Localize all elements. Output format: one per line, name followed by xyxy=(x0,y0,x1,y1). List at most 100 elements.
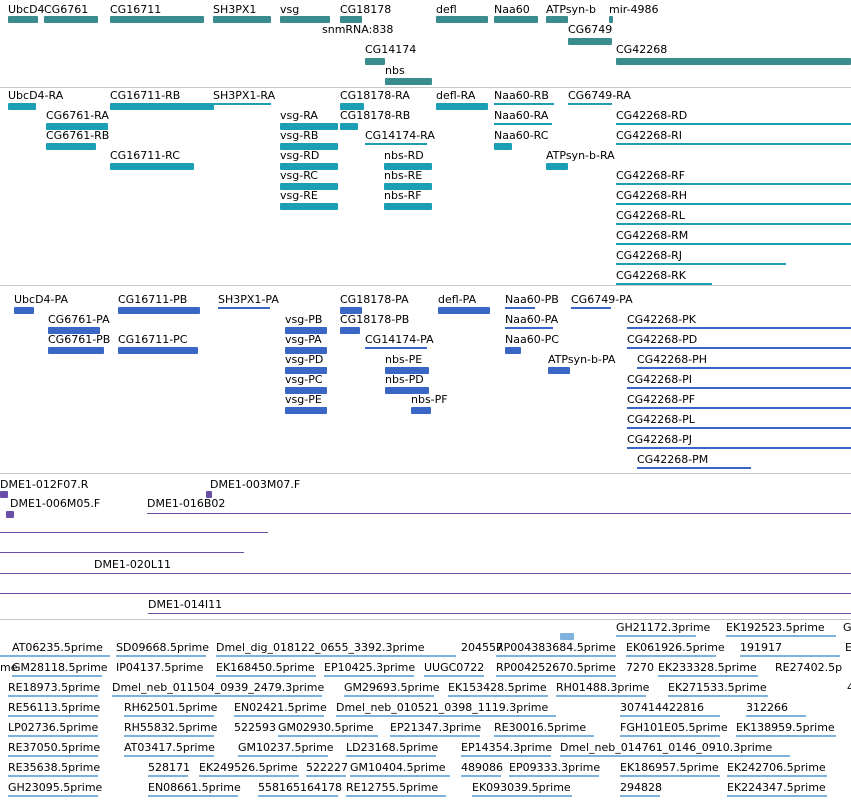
feature-glyph[interactable] xyxy=(627,347,851,349)
feature-glyph[interactable] xyxy=(609,16,613,23)
feature-glyph[interactable] xyxy=(280,16,330,23)
feature-glyph[interactable] xyxy=(494,143,512,150)
feature-glyph[interactable] xyxy=(740,655,840,657)
feature-label[interactable]: defl-RA xyxy=(436,89,475,102)
feature-glyph[interactable] xyxy=(637,367,851,369)
feature-label[interactable]: CG18178-PB xyxy=(340,313,409,326)
feature-label[interactable]: 522227 xyxy=(306,761,348,774)
feature-glyph[interactable] xyxy=(620,775,720,777)
feature-label[interactable]: vsg-RB xyxy=(280,129,318,142)
feature-glyph[interactable] xyxy=(448,695,548,697)
feature-label[interactable]: vsg xyxy=(280,3,299,16)
feature-glyph[interactable] xyxy=(546,16,568,23)
feature-glyph[interactable] xyxy=(116,655,206,657)
feature-label[interactable]: DME1-020L11 xyxy=(94,558,171,571)
feature-label[interactable]: DME1-003M07.F xyxy=(210,478,300,491)
feature-glyph[interactable] xyxy=(8,16,38,23)
feature-glyph[interactable] xyxy=(626,655,716,657)
feature-label[interactable]: 489086 xyxy=(461,761,503,774)
feature-glyph[interactable] xyxy=(616,223,851,225)
feature-glyph[interactable] xyxy=(238,755,328,757)
feature-glyph[interactable] xyxy=(0,655,110,657)
feature-glyph[interactable] xyxy=(199,775,299,777)
feature-glyph[interactable] xyxy=(505,327,553,329)
feature-glyph[interactable] xyxy=(746,715,806,717)
feature-label[interactable]: EP10425.3prime xyxy=(324,661,415,674)
feature-label[interactable]: nbs-PD xyxy=(385,373,424,386)
feature-glyph[interactable] xyxy=(340,327,360,334)
feature-label[interactable]: EK271533.5prime xyxy=(668,681,767,694)
feature-label[interactable]: Naa60-RC xyxy=(494,129,548,142)
feature-glyph[interactable] xyxy=(218,307,270,309)
feature-glyph[interactable] xyxy=(494,735,594,737)
feature-label[interactable]: CG6749-PA xyxy=(571,293,633,306)
feature-glyph[interactable] xyxy=(46,143,96,150)
feature-label[interactable]: CG14174-PA xyxy=(365,333,434,346)
feature-glyph[interactable] xyxy=(346,795,446,797)
feature-glyph[interactable] xyxy=(496,655,616,657)
feature-glyph[interactable] xyxy=(627,387,851,389)
feature-glyph[interactable] xyxy=(285,407,327,414)
feature-glyph[interactable] xyxy=(668,695,768,697)
feature-label[interactable]: EK093039.5prime xyxy=(472,781,571,794)
feature-label[interactable]: 558165 xyxy=(258,781,300,794)
feature-glyph[interactable] xyxy=(568,103,612,105)
feature-label[interactable]: vsg-RE xyxy=(280,189,318,202)
feature-glyph[interactable] xyxy=(627,407,851,409)
feature-glyph[interactable] xyxy=(8,103,36,110)
feature-glyph[interactable] xyxy=(8,715,98,717)
feature-glyph[interactable] xyxy=(494,123,552,125)
feature-glyph[interactable] xyxy=(438,307,490,314)
feature-label[interactable]: defl-PA xyxy=(438,293,476,306)
feature-label[interactable]: EK186957.5prime xyxy=(620,761,719,774)
feature-label[interactable]: nbs-RD xyxy=(384,149,424,162)
feature-label[interactable]: vsg-RC xyxy=(280,169,318,182)
feature-label[interactable]: Naa60-PB xyxy=(505,293,559,306)
feature-glyph[interactable] xyxy=(350,775,450,777)
feature-label[interactable]: AT06235.5prime xyxy=(12,641,103,654)
feature-glyph[interactable] xyxy=(568,38,612,45)
feature-label[interactable]: CG42268-PJ xyxy=(627,433,692,446)
feature-label[interactable]: vsg-PC xyxy=(285,373,323,386)
feature-label[interactable]: mir-4986 xyxy=(609,3,659,16)
feature-glyph[interactable] xyxy=(616,58,851,65)
feature-glyph[interactable] xyxy=(124,735,214,737)
feature-label[interactable]: EP14354.3prime xyxy=(461,741,552,754)
feature-glyph[interactable] xyxy=(118,347,198,354)
feature-label[interactable]: CG16711-PC xyxy=(118,333,187,346)
feature-glyph[interactable] xyxy=(344,695,434,697)
feature-glyph[interactable] xyxy=(436,16,488,23)
feature-glyph[interactable] xyxy=(124,755,214,757)
feature-label[interactable]: CG42268-RH xyxy=(616,189,687,202)
feature-glyph[interactable] xyxy=(616,123,851,125)
feature-label[interactable]: EP09333.3prime xyxy=(509,761,600,774)
feature-glyph[interactable] xyxy=(110,163,194,170)
feature-label[interactable]: CG18178-RB xyxy=(340,109,410,122)
feature-glyph[interactable] xyxy=(306,775,346,777)
feature-label[interactable]: EK233328.5prime xyxy=(658,661,757,674)
feature-label[interactable]: nbs-PE xyxy=(385,353,422,366)
feature-label[interactable]: vsg-PE xyxy=(285,393,322,406)
feature-glyph[interactable] xyxy=(560,633,574,640)
feature-label[interactable]: RP004383684.5prime xyxy=(496,641,616,654)
feature-glyph[interactable] xyxy=(424,675,484,677)
feature-label[interactable]: Naa60 xyxy=(494,3,530,16)
feature-label[interactable]: CG18178-PA xyxy=(340,293,409,306)
feature-label[interactable]: CG42268-RD xyxy=(616,109,687,122)
feature-label[interactable]: 528171 xyxy=(148,761,190,774)
feature-label[interactable]: EK153428.5prime xyxy=(448,681,547,694)
feature-glyph[interactable] xyxy=(620,715,720,717)
feature-glyph[interactable] xyxy=(148,613,851,614)
feature-glyph[interactable] xyxy=(658,675,758,677)
feature-glyph[interactable] xyxy=(14,307,34,314)
feature-glyph[interactable] xyxy=(234,715,324,717)
feature-label[interactable]: CG6761-PB xyxy=(48,333,110,346)
feature-glyph[interactable] xyxy=(340,16,362,23)
feature-glyph[interactable] xyxy=(216,655,456,657)
feature-label[interactable]: SD09668.5prime xyxy=(116,641,209,654)
feature-label[interactable]: snmRNA:838 xyxy=(322,23,393,36)
feature-label[interactable]: UbcD4-PA xyxy=(14,293,68,306)
feature-label[interactable]: CG14174-RA xyxy=(365,129,435,142)
feature-glyph[interactable] xyxy=(112,695,322,697)
feature-glyph[interactable] xyxy=(0,532,268,533)
